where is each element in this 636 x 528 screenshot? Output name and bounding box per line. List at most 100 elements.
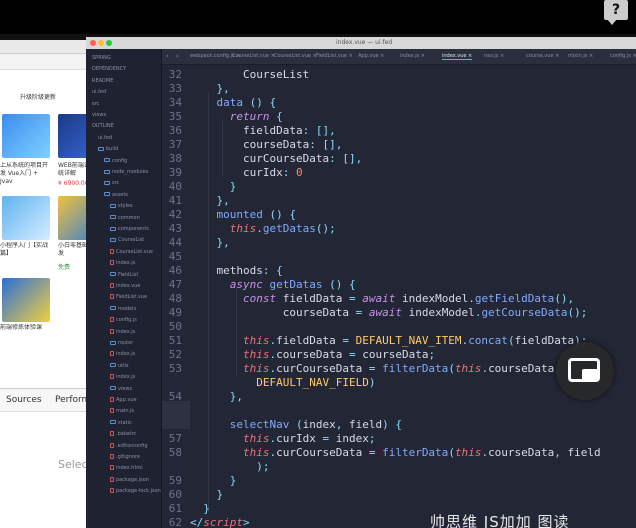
code-line-44[interactable]: }, xyxy=(190,236,230,249)
code-line-60[interactable]: } xyxy=(190,488,224,501)
editor-tab[interactable]: CourseList.vue × xyxy=(274,53,317,59)
sidebar-item[interactable]: views xyxy=(92,112,106,118)
editor-tab[interactable]: FieldList.vue × xyxy=(316,53,353,59)
sidebar-item[interactable]: common xyxy=(110,215,140,221)
code-line-42[interactable]: mounted () { xyxy=(190,208,296,221)
code-line-40[interactable]: } xyxy=(190,180,237,193)
course-thumb-1[interactable] xyxy=(2,114,50,158)
sidebar-item[interactable]: index.js xyxy=(110,374,135,380)
editor-tab[interactable]: nav.js × xyxy=(484,53,504,59)
browser-tab-bar[interactable] xyxy=(0,40,100,54)
sidebar-item[interactable]: utils xyxy=(110,363,129,369)
course-caption-5[interactable]: 前端修炼体验课 xyxy=(0,324,48,332)
zoom-window-button[interactable] xyxy=(106,40,112,46)
code-line-53-wrap[interactable]: DEFAULT_NAV_FIELD) xyxy=(190,376,375,389)
sidebar-item[interactable]: ui.fed xyxy=(92,89,106,95)
code-line-54[interactable]: }, xyxy=(190,390,243,403)
code-line-61[interactable]: } xyxy=(190,502,210,515)
sidebar-item[interactable]: node_modules xyxy=(104,169,148,175)
sidebar-item[interactable]: .babelrc xyxy=(110,431,136,437)
code-line-45[interactable] xyxy=(190,250,197,263)
code-line-32[interactable]: CourseList xyxy=(190,68,309,81)
tab-back-icon[interactable]: ‹ xyxy=(166,52,169,60)
code-line-35[interactable]: return { xyxy=(190,110,283,123)
help-icon[interactable]: ? xyxy=(604,0,628,25)
editor-tab[interactable]: index.js × xyxy=(400,53,425,59)
sidebar-item[interactable]: package-lock.json xyxy=(110,488,161,494)
devtools-tab-sources[interactable]: Sources xyxy=(6,395,42,405)
editor-tab[interactable]: config.js × xyxy=(610,53,636,59)
editor-titlebar[interactable]: index.vue — ui.fed xyxy=(86,37,636,49)
sidebar-item[interactable]: DEPENDENCY xyxy=(92,66,126,72)
code-line-52[interactable]: this.courseData = courseData; xyxy=(190,348,435,361)
code-line-46[interactable]: methods: { xyxy=(190,264,282,277)
sidebar-item[interactable]: build xyxy=(98,146,118,152)
tab-forward-icon[interactable]: › xyxy=(176,52,179,60)
course-thumb-5[interactable] xyxy=(2,278,50,322)
code-line-48[interactable]: const fieldData = await indexModel.getFi… xyxy=(190,292,574,305)
code-line-41[interactable]: }, xyxy=(190,194,230,207)
code-line-49[interactable]: courseData = await indexModel.getCourseD… xyxy=(190,306,588,319)
code-line-58[interactable]: this.curCourseData = filterData(this.cou… xyxy=(190,446,601,459)
code-line-59[interactable]: } xyxy=(190,474,237,487)
close-window-button[interactable] xyxy=(90,40,96,46)
code-line-51[interactable]: this.fieldData = DEFAULT_NAV_ITEM.concat… xyxy=(190,334,587,347)
editor-tab[interactable]: index.vue × xyxy=(442,53,473,60)
code-line-53[interactable]: this.curCourseData = filterData(this.cou… xyxy=(190,362,561,375)
sidebar-item[interactable]: index.html xyxy=(110,465,143,471)
sidebar-item[interactable]: config.js xyxy=(110,317,137,323)
sidebar-item[interactable]: index.js xyxy=(110,328,135,335)
code-line-33[interactable]: }, xyxy=(190,82,230,95)
sidebar-item[interactable]: CourseList.vue xyxy=(110,248,153,255)
code-line-55[interactable] xyxy=(190,404,197,417)
sidebar-item[interactable]: src xyxy=(104,180,119,186)
code-line-36[interactable]: fieldData: [], xyxy=(190,124,336,137)
sidebar-item[interactable]: FieldList xyxy=(110,272,138,278)
code-line-37[interactable]: courseData: [], xyxy=(190,138,342,151)
sidebar-item[interactable]: OUTLINE xyxy=(92,123,114,129)
sidebar-item[interactable]: models xyxy=(110,306,136,312)
sidebar-item[interactable]: styles xyxy=(110,203,133,209)
code-line-58-wrap[interactable]: ); xyxy=(190,460,269,473)
sidebar-item[interactable]: FieldList.vue xyxy=(110,294,147,300)
select-label[interactable]: Selec xyxy=(58,458,88,471)
picture-in-picture-icon[interactable] xyxy=(556,342,614,400)
sidebar-item[interactable]: views xyxy=(110,386,132,392)
code-line-38[interactable]: curCourseData: [], xyxy=(190,152,362,165)
course-thumb-3[interactable] xyxy=(2,196,50,240)
sidebar-item[interactable]: static xyxy=(110,420,132,426)
sidebar-item[interactable]: src xyxy=(92,101,99,107)
sidebar-item[interactable]: SPRING xyxy=(92,55,111,61)
sidebar-item[interactable]: package.json xyxy=(110,476,149,483)
sidebar-item[interactable]: main.js xyxy=(110,408,134,414)
sidebar-item[interactable]: components xyxy=(110,226,149,232)
sidebar-item[interactable]: .editorconfig xyxy=(110,442,148,449)
editor-tab[interactable]: App.vue × xyxy=(358,53,384,59)
code-line-43[interactable]: this.getDatas(); xyxy=(190,222,336,235)
sidebar-item[interactable]: index.js xyxy=(110,351,135,357)
code-line-34[interactable]: data () { xyxy=(190,96,277,109)
sidebar-item[interactable]: ui.fed xyxy=(98,135,112,141)
code-line-50[interactable] xyxy=(190,320,197,333)
sidebar-item[interactable]: App.vue xyxy=(110,397,137,403)
editor-tab[interactable]: CourseList.vue × xyxy=(232,53,275,59)
code-line-47[interactable]: async getDatas () { xyxy=(190,278,356,291)
course-caption-1[interactable]: 上从系统的项目开发 Vue入门 + Jvav xyxy=(0,162,48,186)
sidebar-item[interactable]: index.js xyxy=(110,260,135,266)
sidebar-item[interactable]: config xyxy=(104,158,127,164)
minimize-window-button[interactable] xyxy=(98,40,104,46)
browser-nav-bar[interactable] xyxy=(0,54,100,70)
code-line-39[interactable]: curIdx: 0 xyxy=(190,166,303,179)
editor-tab[interactable]: mixin.js × xyxy=(568,53,593,59)
course-caption-3[interactable]: 小程序入门【实战篇】 xyxy=(0,242,48,258)
sidebar-item[interactable]: README xyxy=(92,78,113,84)
code-line-57[interactable]: this.curIdx = index; xyxy=(190,432,375,445)
sidebar-item[interactable]: CourseList xyxy=(110,237,144,243)
code-line-62[interactable]: </script> xyxy=(190,516,250,528)
sidebar-item[interactable]: .gitignore xyxy=(110,454,140,460)
sidebar-item[interactable]: index.vue xyxy=(110,283,140,289)
sidebar-item[interactable]: assets xyxy=(104,192,128,198)
code-line-56[interactable]: selectNav (index, field) { xyxy=(190,418,402,431)
sidebar-item[interactable]: router xyxy=(110,340,133,346)
editor-tab[interactable]: course.vue × xyxy=(526,53,559,59)
